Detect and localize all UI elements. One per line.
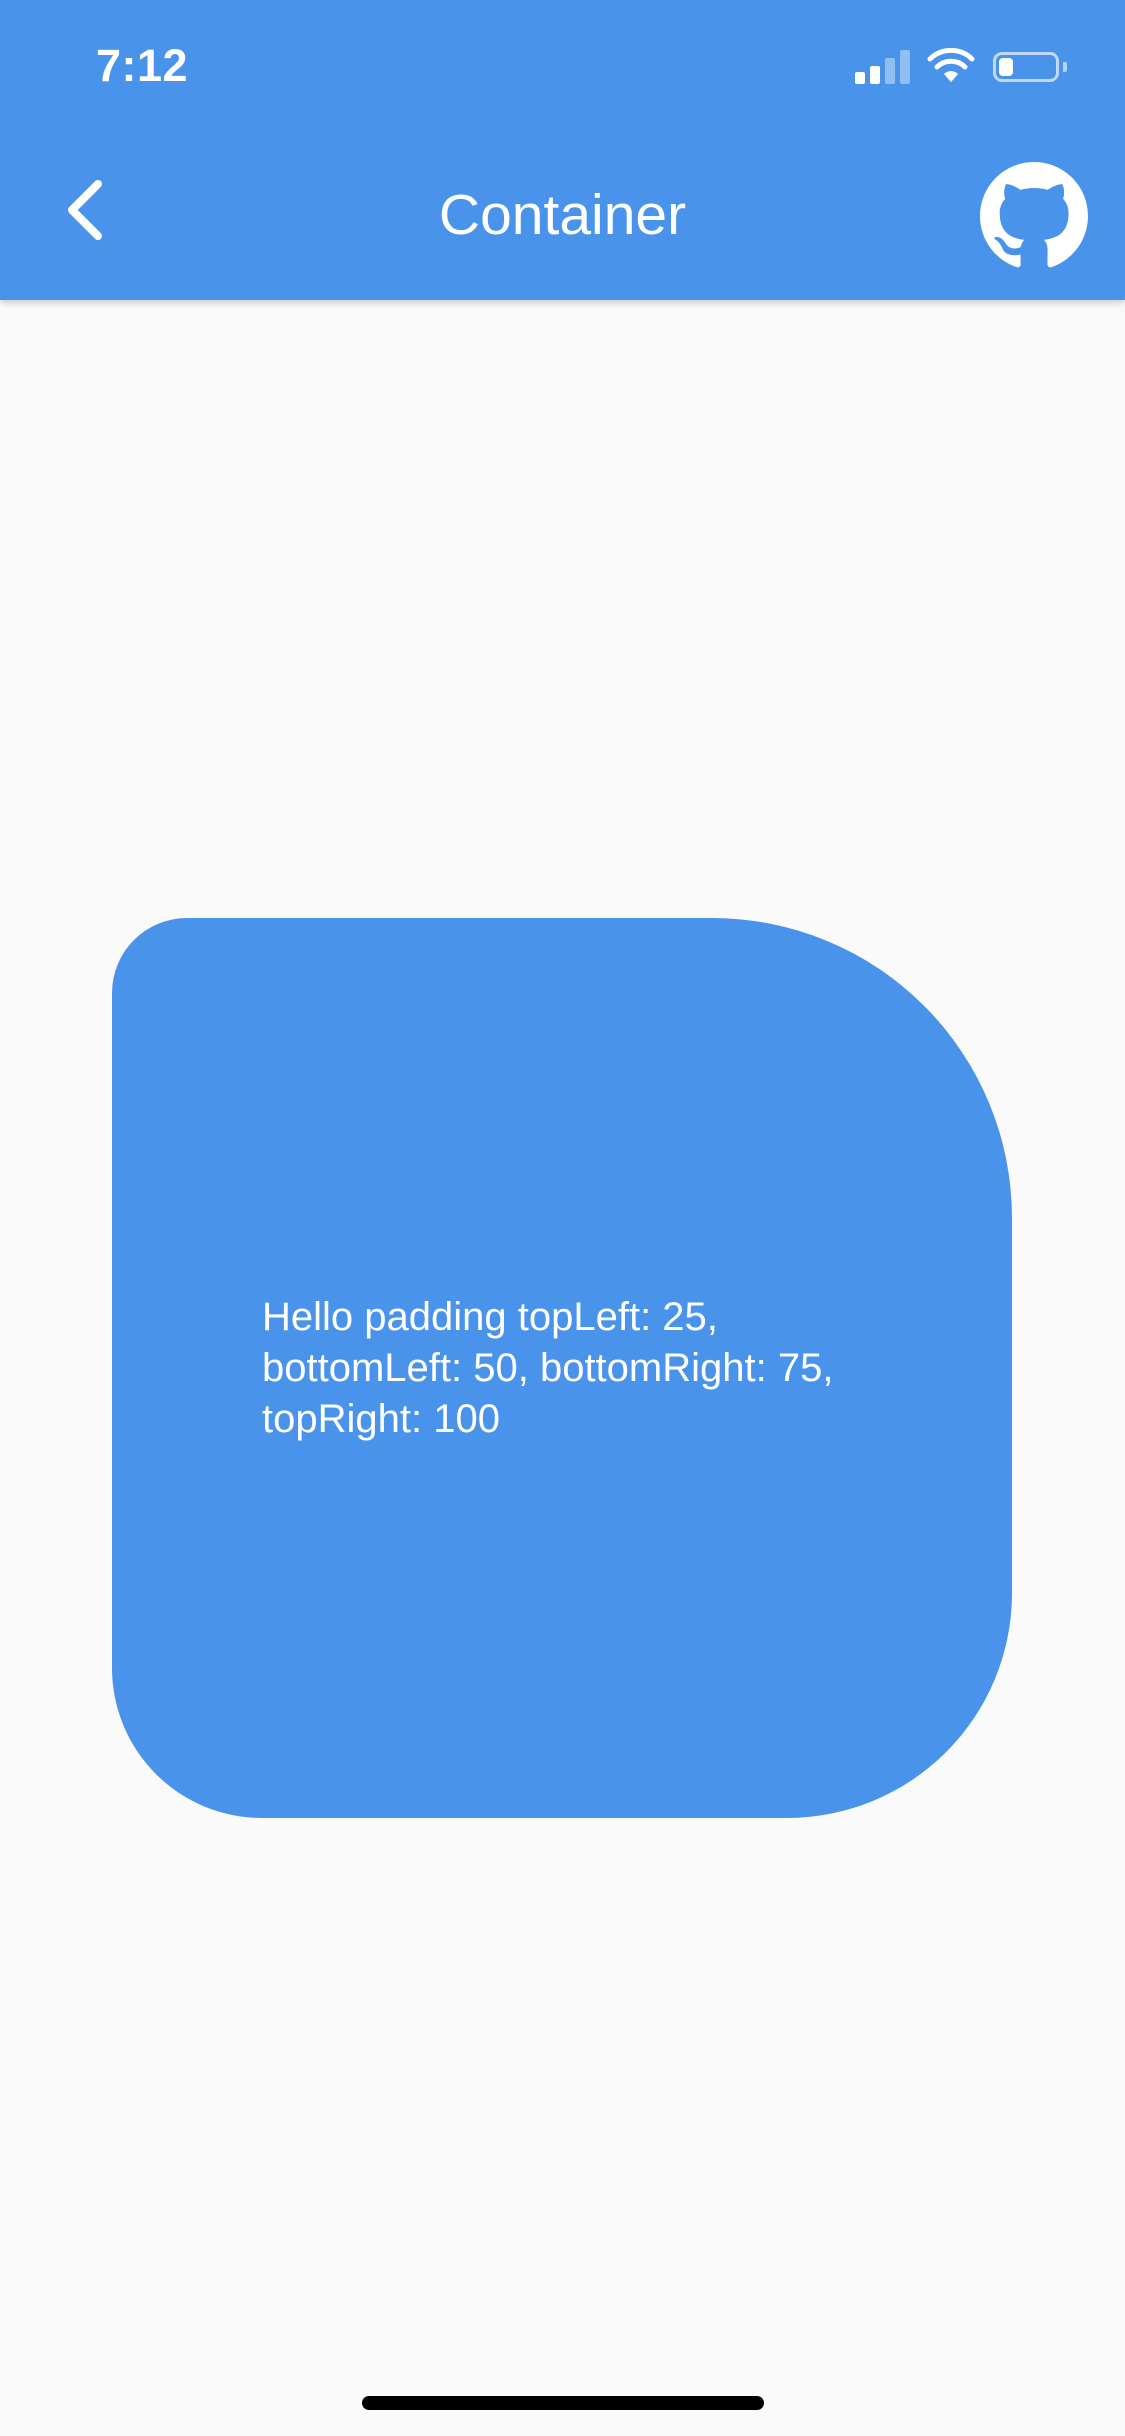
battery-level	[999, 58, 1013, 76]
container-text: Hello padding topLeft: 25, bottomLeft: 5…	[262, 1295, 834, 1441]
status-time: 7:12	[96, 40, 189, 91]
screen: 7:12 Container Hello padding topLeft: 25…	[0, 0, 1125, 2436]
battery-nub	[1063, 62, 1067, 72]
battery-icon	[993, 52, 1059, 82]
github-icon[interactable]	[980, 162, 1088, 270]
wifi-icon	[927, 48, 975, 82]
page-title: Container	[438, 183, 687, 247]
app-bar: 7:12 Container	[0, 0, 1125, 300]
cellular-signal-icon	[855, 48, 911, 88]
rounded-container: Hello padding topLeft: 25, bottomLeft: 5…	[112, 918, 1012, 1818]
home-indicator[interactable]	[362, 2396, 764, 2410]
status-icons	[855, 48, 1085, 88]
